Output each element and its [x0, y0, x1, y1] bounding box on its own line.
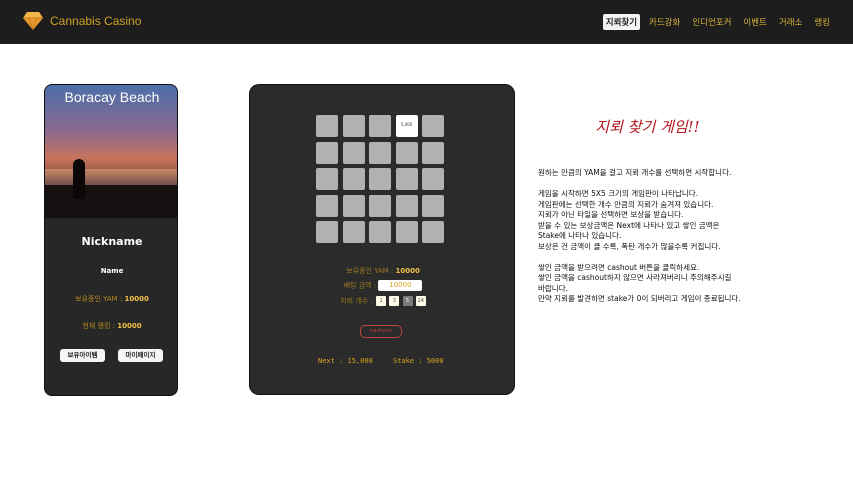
mine-option-1[interactable]: 1 — [376, 296, 387, 306]
tile[interactable] — [342, 168, 365, 190]
game-yam: 보유중인 YAM : 10000 — [250, 266, 516, 276]
next-reward: Next : 15,000 — [318, 357, 373, 365]
tile[interactable] — [422, 194, 444, 217]
photo-caption: Boracay Beach — [64, 89, 160, 105]
tile[interactable] — [316, 115, 338, 137]
nav-event[interactable]: 이벤트 — [740, 14, 769, 30]
tile-reward: 5,000 — [400, 122, 413, 127]
rules-line: 쌓인 금액을 cashout하지 않으면 사라져버리니 주의해주시길 — [538, 273, 732, 282]
profile-yam: 보유중인 YAM : 10000 — [45, 294, 177, 304]
tile[interactable] — [316, 221, 338, 243]
brand-name: Cannabis Casino — [50, 14, 142, 28]
profile-rank-value: 10000 — [117, 322, 142, 330]
bet-label: 배팅 금액 : — [343, 281, 377, 290]
main-nav: 지뢰찾기 카드강화 인디언포커 이벤트 거래소 랭킹 — [602, 14, 833, 30]
nav-card-upgrade[interactable]: 카드강화 — [646, 14, 683, 30]
rules-title: 지뢰 찾기 게임!! — [595, 118, 700, 136]
mypage-button[interactable]: 마이페이지 — [118, 349, 163, 362]
rules-line: 만약 지뢰를 발견하면 stake가 0이 되버리고 게임이 종료됩니다. — [538, 294, 741, 303]
tile[interactable] — [342, 194, 365, 217]
profile-photo: Boracay Beach — [45, 85, 177, 218]
profile-yam-label: 보유중인 YAM : — [75, 295, 123, 303]
tile[interactable] — [316, 168, 338, 190]
mine-option-5[interactable]: 5 — [402, 296, 413, 306]
diamond-icon — [23, 12, 43, 31]
stake-amount: Stake : 5000 — [393, 357, 444, 365]
brand[interactable]: Cannabis Casino — [22, 11, 141, 31]
nickname: Nickname — [81, 235, 143, 248]
tile[interactable] — [395, 168, 418, 190]
rules-line: 바랍니다. — [538, 283, 568, 293]
bet-row: 배팅 금액 : 10000 — [250, 280, 516, 291]
tile[interactable] — [369, 194, 391, 217]
tile[interactable] — [369, 168, 391, 190]
photo-ground — [45, 185, 177, 218]
tile-revealed[interactable]: 5,000 — [395, 115, 418, 137]
rules-line: 보상은 건 금액이 클 수록, 폭탄 개수가 많을수록 커집니다. — [538, 241, 721, 251]
nav-minesweeper[interactable]: 지뢰찾기 — [602, 14, 641, 30]
game-panel: 5,000 보유중인 YAM : 10000 배팅 금액 : 10000 지뢰 … — [249, 84, 515, 395]
tile[interactable] — [395, 194, 418, 217]
profile-rank-label: 현재 랭킹 : — [82, 322, 115, 330]
profile-rank: 현재 랭킹 : 10000 — [45, 321, 177, 331]
tile[interactable] — [422, 221, 444, 243]
tile[interactable] — [422, 168, 444, 190]
game-yam-label: 보유중인 YAM : — [346, 267, 394, 275]
cashout-button[interactable]: cashout — [360, 325, 402, 338]
tile[interactable] — [316, 141, 338, 164]
nav-exchange[interactable]: 거래소 — [776, 14, 805, 30]
tile[interactable] — [395, 141, 418, 164]
rules-line: Stake에 나타나 있습니다. — [538, 231, 622, 240]
tile[interactable] — [342, 115, 365, 137]
tile[interactable] — [369, 221, 391, 243]
items-button[interactable]: 보유아이템 — [60, 349, 105, 362]
name: Name — [100, 267, 124, 275]
game-yam-value: 10000 — [395, 267, 420, 275]
profile-card: Boracay Beach Nickname Name 보유중인 YAM : 1… — [44, 84, 178, 396]
rules-line: 지뢰가 아닌 타일을 선택하면 보상을 받습니다. — [538, 210, 684, 219]
nav-ranking[interactable]: 랭킹 — [811, 14, 833, 30]
tile[interactable] — [422, 115, 444, 137]
tile[interactable] — [342, 221, 365, 243]
tile[interactable] — [395, 221, 418, 243]
rules-line: 게임을 시작하면 5X5 크기의 게임판이 나타납니다. — [538, 189, 699, 198]
top-navbar: Cannabis Casino 지뢰찾기 카드강화 인디언포커 이벤트 거래소 … — [0, 0, 853, 44]
profile-yam-value: 10000 — [124, 295, 149, 303]
rules-text: 원하는 만큼의 YAM을 걸고 지뢰 개수를 선택하면 시작합니다. 게임을 시… — [538, 168, 838, 305]
rules-line: 게임판에는 선택한 개수 만큼의 지뢰가 숨겨져 있습니다. — [538, 199, 714, 209]
rules-line: 쌓인 금액을 받으려면 cashout 버튼을 클릭하세요. — [538, 262, 700, 272]
photo-silhouette — [73, 159, 85, 199]
mine-option-3[interactable]: 3 — [389, 296, 400, 306]
mine-grid: 5,000 — [316, 115, 444, 243]
tile[interactable] — [316, 194, 338, 217]
mines-row: 지뢰 개수 : 1 3 5 24 — [250, 296, 516, 306]
rules-intro: 원하는 만큼의 YAM을 걸고 지뢰 개수를 선택하면 시작합니다. — [538, 168, 732, 177]
nav-indian-poker[interactable]: 인디언포커 — [689, 14, 734, 30]
tile[interactable] — [422, 141, 444, 164]
bet-input[interactable]: 10000 — [378, 280, 423, 291]
tile[interactable] — [342, 141, 365, 164]
mines-label: 지뢰 개수 : — [340, 297, 373, 305]
rules-line: 받을 수 있는 보상금액은 Next에 나타나 있고 쌓인 금액은 — [538, 220, 720, 230]
mine-option-24[interactable]: 24 — [415, 296, 426, 306]
tile[interactable] — [369, 141, 391, 164]
tile[interactable] — [369, 115, 391, 137]
